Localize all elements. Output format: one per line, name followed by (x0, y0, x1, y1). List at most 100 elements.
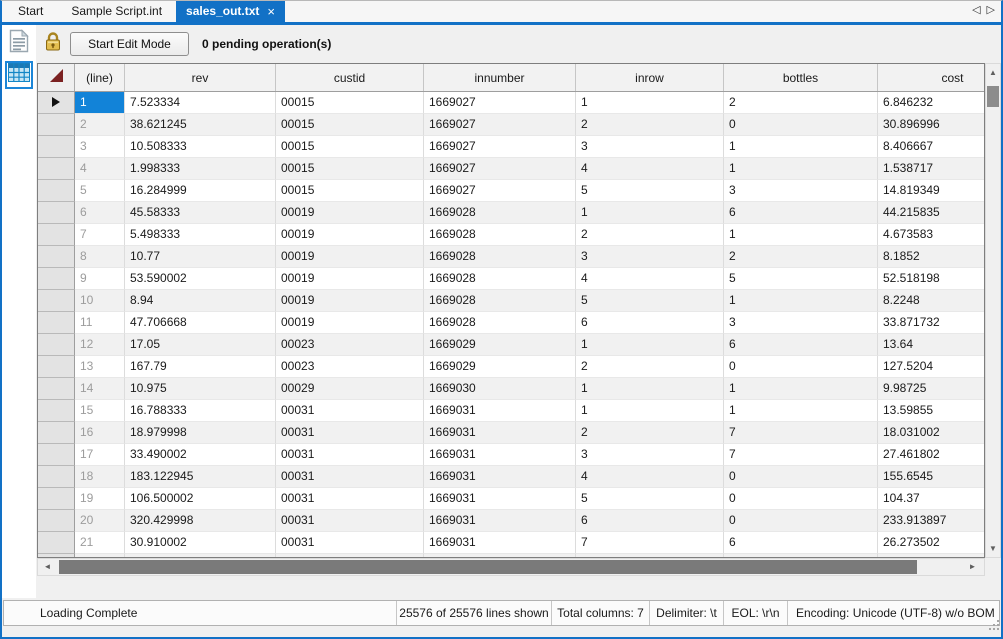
cell-bottles[interactable]: 1 (724, 136, 878, 158)
row-header[interactable] (38, 378, 75, 400)
cell-rev[interactable]: 16.788333 (125, 400, 276, 422)
cell-custid[interactable]: 00019 (276, 312, 424, 334)
cell-custid[interactable]: 00023 (276, 334, 424, 356)
cell-cost[interactable]: 8.2248 (878, 290, 985, 312)
row-header[interactable] (38, 466, 75, 488)
cell-cost[interactable]: 52.518198 (878, 268, 985, 290)
cell-bottles[interactable]: 2 (724, 246, 878, 268)
cell-line[interactable]: 18 (75, 466, 125, 488)
cell-custid[interactable]: 00029 (276, 378, 424, 400)
row-header[interactable] (38, 268, 75, 290)
cell-custid[interactable]: 00019 (276, 224, 424, 246)
scroll-down-icon[interactable]: ▼ (986, 541, 1000, 556)
cell-cost[interactable]: 30.896996 (878, 114, 985, 136)
row-header[interactable] (38, 356, 75, 378)
cell-custid[interactable]: 00031 (276, 466, 424, 488)
cell-rev[interactable]: 33.490002 (125, 444, 276, 466)
cell-bottles[interactable]: 0 (724, 356, 878, 378)
document-view-button[interactable] (5, 29, 33, 57)
cell-inrow[interactable]: 5 (576, 488, 724, 510)
cell-innumber[interactable]: 1669029 (424, 356, 576, 378)
cell-line[interactable]: 8 (75, 246, 125, 268)
row-header[interactable] (38, 224, 75, 246)
cell-innumber[interactable]: 1669031 (424, 422, 576, 444)
cell-custid[interactable]: 00015 (276, 92, 424, 114)
cell-cost[interactable]: 233.913897 (878, 510, 985, 532)
cell-custid[interactable]: 00019 (276, 290, 424, 312)
column-header-inrow[interactable]: inrow (576, 64, 724, 91)
cell-custid[interactable]: 00019 (276, 268, 424, 290)
cell-inrow[interactable]: 3 (576, 444, 724, 466)
cell-inrow[interactable]: 5 (576, 290, 724, 312)
cell-innumber[interactable]: 1669031 (424, 466, 576, 488)
cell-innumber[interactable]: 1669028 (424, 312, 576, 334)
row-header[interactable] (38, 114, 75, 136)
cell-innumber[interactable]: 1669028 (424, 290, 576, 312)
cell-bottles[interactable]: 3 (724, 180, 878, 202)
cell-inrow[interactable]: 7 (576, 532, 724, 554)
cell-bottles[interactable]: 6 (724, 532, 878, 554)
row-header[interactable] (38, 158, 75, 180)
row-header[interactable] (38, 400, 75, 422)
cell-rev[interactable]: 53.590002 (125, 268, 276, 290)
row-header[interactable] (38, 290, 75, 312)
cell-inrow[interactable]: 5 (576, 180, 724, 202)
cell-line[interactable]: 2 (75, 114, 125, 136)
cell-cost[interactable]: 8.1852 (878, 246, 985, 268)
cell-rev[interactable]: 7.523334 (125, 92, 276, 114)
cell-line[interactable]: 7 (75, 224, 125, 246)
cell-cost[interactable]: 44.215835 (878, 202, 985, 224)
column-header-bottles[interactable]: bottles (724, 64, 878, 91)
cell-line[interactable]: 11 (75, 312, 125, 334)
cell-cost[interactable]: 8.406667 (878, 136, 985, 158)
cell-custid[interactable]: 00015 (276, 158, 424, 180)
cell-rev[interactable]: 30.910002 (125, 532, 276, 554)
column-header-custid[interactable]: custid (276, 64, 424, 91)
cell-inrow[interactable]: 1 (576, 400, 724, 422)
cell-cost[interactable]: 33.871732 (878, 312, 985, 334)
cell-bottles[interactable]: 0 (724, 510, 878, 532)
cell-cost[interactable]: 4.673583 (878, 224, 985, 246)
cell-inrow[interactable]: 4 (576, 268, 724, 290)
row-header[interactable] (38, 246, 75, 268)
resize-grip[interactable] (989, 618, 1001, 636)
cell-inrow[interactable]: 1 (576, 92, 724, 114)
cell-innumber[interactable]: 1669031 (424, 400, 576, 422)
cell-line[interactable]: 4 (75, 158, 125, 180)
cell-cost[interactable]: 14.819349 (878, 180, 985, 202)
cell-cost[interactable]: 155.6545 (878, 466, 985, 488)
select-all-corner[interactable] (38, 64, 75, 91)
cell-cost[interactable]: 104.37 (878, 488, 985, 510)
cell-custid[interactable]: 00031 (276, 532, 424, 554)
tab-close-icon[interactable]: × (267, 5, 275, 18)
cell-rev[interactable]: 16.284999 (125, 180, 276, 202)
row-header[interactable] (38, 532, 75, 554)
cell-rev[interactable]: 1.998333 (125, 158, 276, 180)
cell-cost[interactable]: 1.538717 (878, 158, 985, 180)
cell-bottles[interactable]: 6 (724, 334, 878, 356)
cell-bottles[interactable]: 2 (724, 92, 878, 114)
cell-line[interactable]: 14 (75, 378, 125, 400)
vertical-scrollbar[interactable]: ▲ ▼ (985, 63, 1001, 558)
tab-start[interactable]: Start (4, 0, 57, 22)
row-header[interactable] (38, 510, 75, 532)
cell-innumber[interactable]: 1669027 (424, 158, 576, 180)
cell-inrow[interactable]: 3 (576, 136, 724, 158)
cell-rev[interactable]: 45.58333 (125, 202, 276, 224)
cell-innumber[interactable]: 1669028 (424, 246, 576, 268)
cell-cost[interactable]: 27.461802 (878, 444, 985, 466)
cell-line[interactable]: 12 (75, 334, 125, 356)
cell-inrow[interactable]: 1 (576, 378, 724, 400)
cell-cost[interactable]: 9.98725 (878, 378, 985, 400)
cell-bottles[interactable]: 1 (724, 224, 878, 246)
cell-line[interactable]: 19 (75, 488, 125, 510)
row-header[interactable] (38, 444, 75, 466)
cell-innumber[interactable]: 1669028 (424, 268, 576, 290)
cell-custid[interactable]: 00031 (276, 400, 424, 422)
cell-rev[interactable]: 320.429998 (125, 510, 276, 532)
tab-scroll-left-icon[interactable]: ◁ (972, 3, 980, 16)
cell-bottles[interactable]: 1 (724, 158, 878, 180)
column-header-cost[interactable]: cost (878, 64, 985, 91)
cell-innumber[interactable]: 1669027 (424, 92, 576, 114)
cell-line[interactable]: 1 (75, 92, 125, 114)
